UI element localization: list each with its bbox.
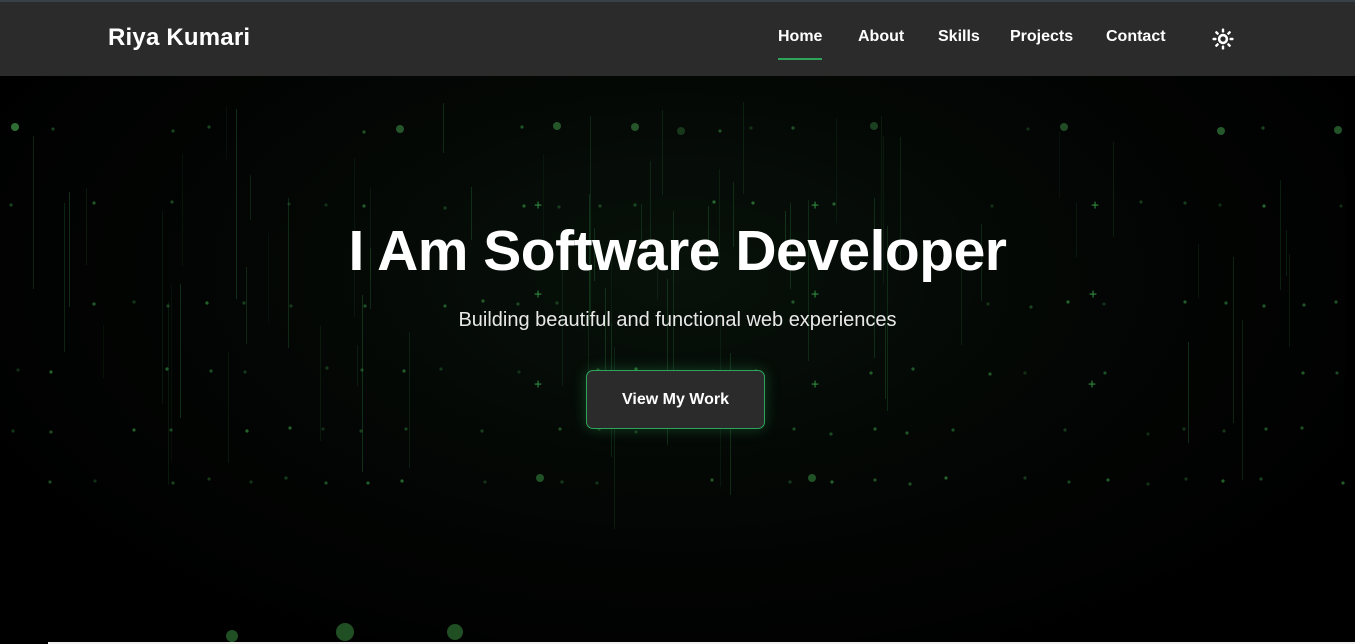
svg-text:+: + [1089,287,1097,302]
brand-logo[interactable]: Riya Kumari [108,24,250,52]
nav-link-contact[interactable]: Contact [1106,28,1166,46]
nav-link-projects[interactable]: Projects [1010,28,1073,46]
matrix-background: + + + + + + + + + [9,102,1345,642]
svg-text:+: + [811,287,819,302]
svg-text:+: + [811,198,819,213]
svg-text:+: + [534,198,542,213]
svg-text:+: + [1088,377,1096,392]
nav-link-skills[interactable]: Skills [938,28,980,46]
navbar: Riya Kumari Home About Skills Projects C… [0,2,1355,76]
svg-text:+: + [534,287,542,302]
svg-text:+: + [811,377,819,392]
view-my-work-button[interactable]: View My Work [586,370,765,429]
sun-icon [1212,28,1234,50]
hero-subtitle: Building beautiful and functional web ex… [458,309,897,331]
nav-link-home[interactable]: Home [778,28,823,60]
nav-link-about[interactable]: About [858,28,904,46]
svg-text:+: + [534,377,542,392]
hero-title: I Am Software Developer [348,219,1007,283]
page-scrollbar-gutter [1345,76,1355,644]
theme-toggle-button[interactable] [1212,28,1234,50]
svg-text:+: + [1091,198,1099,213]
hero-section: + + + + + + + + + I Am Software Developer Buildi… [0,76,1355,644]
